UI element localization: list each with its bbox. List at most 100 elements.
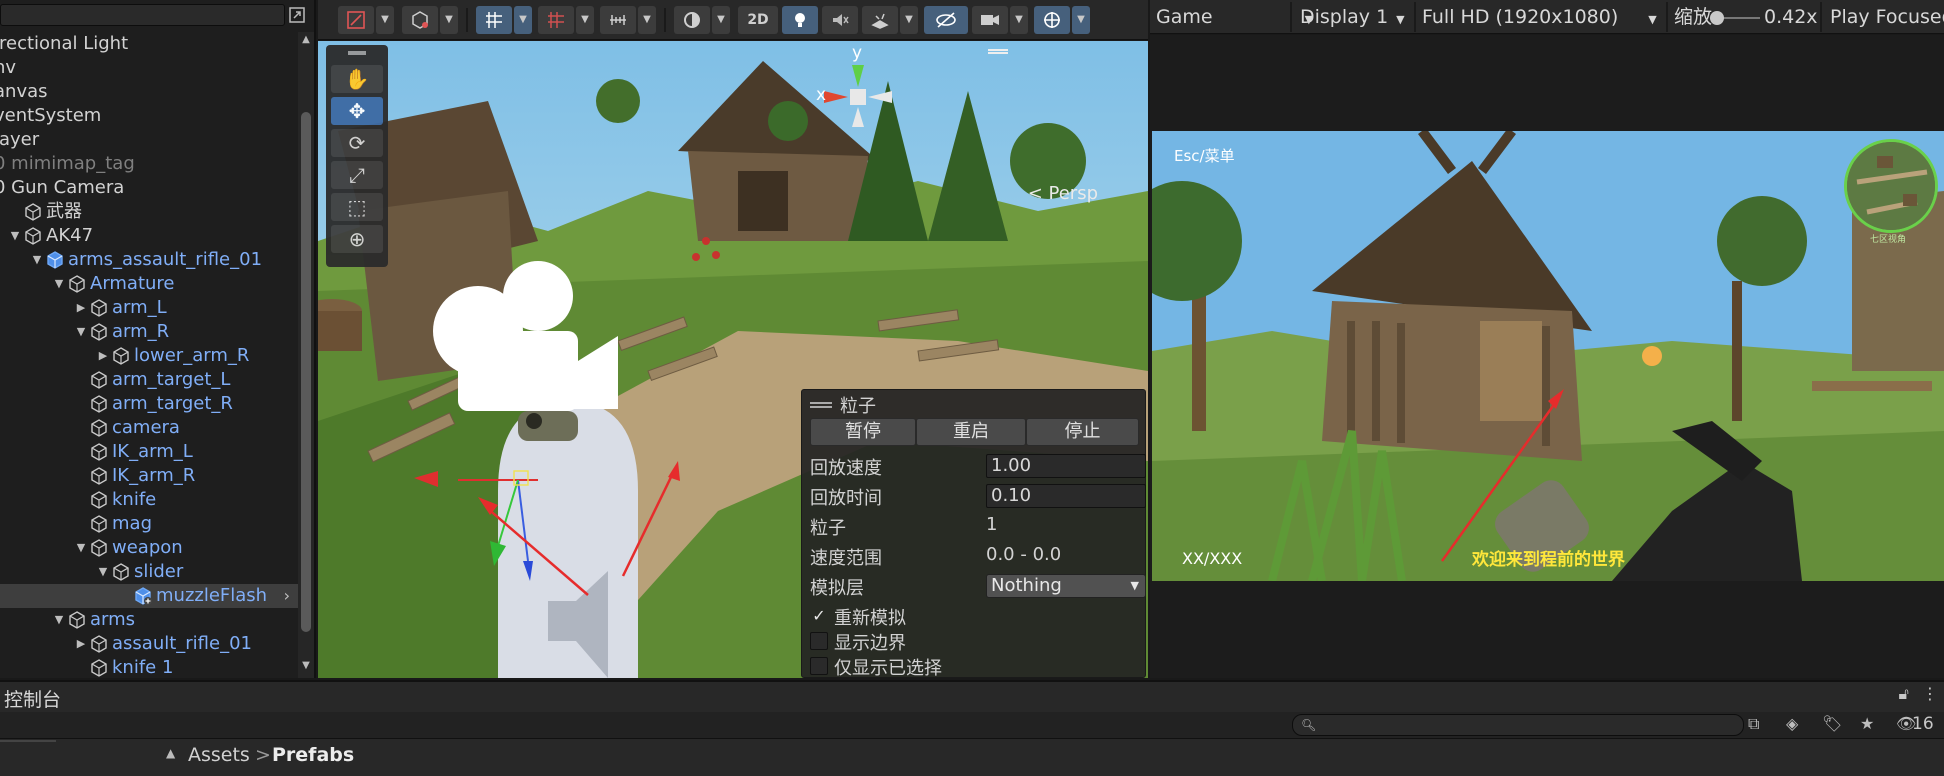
hierarchy-item[interactable]: IK_arm_R [0, 464, 298, 488]
2d-toggle-button[interactable]: 2D [738, 6, 778, 34]
pause-button[interactable]: 暂停 [810, 418, 916, 446]
show-selected-checkbox[interactable] [810, 657, 828, 675]
rect-tool-icon[interactable]: ⬚ [331, 193, 383, 221]
hierarchy-item[interactable]: ▼ AK47 [0, 224, 298, 248]
zoom-slider-knob[interactable] [1710, 11, 1724, 25]
palette-grip-icon[interactable] [348, 51, 366, 55]
grid-snap-icon[interactable] [476, 6, 512, 34]
expand-down-icon[interactable]: ▼ [30, 248, 44, 272]
hierarchy-item[interactable]: irectional Light [0, 32, 298, 56]
expand-right-icon[interactable]: ▶ [96, 344, 110, 368]
hierarchy-item[interactable]: 0 Gun Camera [0, 176, 298, 200]
sim-layer-dropdown[interactable]: Nothing ▼ [986, 574, 1146, 598]
breadcrumb-prefabs[interactable]: Prefabs [272, 744, 354, 766]
hierarchy-item[interactable]: IK_arm_L [0, 440, 298, 464]
scale-tool-icon[interactable]: ⤢ [331, 161, 383, 189]
draw-mode-dropdown-icon[interactable]: ▼ [712, 6, 730, 34]
play-focus-dropdown[interactable]: Play Focused [1830, 4, 1944, 30]
expand-down-icon[interactable]: ▼ [96, 560, 110, 584]
game-view[interactable]: Esc/菜单 XX/XXX 欢迎来到程前的世界 七区视角 [1152, 131, 1944, 581]
move-tool-icon[interactable]: ✥ [331, 97, 383, 125]
hierarchy-scrollbar[interactable]: ▲ ▼ [298, 32, 314, 678]
stop-button[interactable]: 停止 [1026, 418, 1139, 446]
hierarchy-item[interactable]: muzzleFlash › [0, 584, 298, 608]
hierarchy-item[interactable]: mag [0, 512, 298, 536]
scroll-up-icon[interactable]: ▲ [298, 34, 314, 45]
filter-by-type-icon[interactable]: ◈ [1786, 714, 1798, 736]
hierarchy-item[interactable]: ▶ assault_rifle_01 [0, 632, 298, 656]
increment-snap-icon[interactable] [538, 6, 574, 34]
rotate-tool-icon[interactable]: ⟳ [331, 129, 383, 157]
gizmo-pivot-icon[interactable] [338, 6, 374, 34]
expand-right-icon[interactable]: ▶ [74, 632, 88, 656]
camera-dropdown-icon[interactable]: ▼ [1010, 6, 1028, 34]
resimulate-checkbox[interactable]: ✓ [810, 607, 828, 625]
grid-dropdown-icon[interactable]: ▼ [514, 6, 532, 34]
hierarchy-search-input[interactable] [0, 4, 285, 26]
scroll-down-icon[interactable]: ▼ [298, 660, 314, 671]
hierarchy-item[interactable]: ▼ arms_assault_rifle_01 [0, 248, 298, 272]
resolution-dropdown[interactable]: Full HD (1920x1080) ▼ [1422, 4, 1657, 30]
hierarchy-item[interactable]: ▼ Armature [0, 272, 298, 296]
hierarchy-item[interactable]: 0 mimimap_tag [0, 152, 298, 176]
expand-right-icon[interactable]: ▶ [74, 296, 88, 320]
console-tab[interactable]: 控制台 [4, 685, 61, 712]
pivot-dropdown-icon[interactable]: ▼ [376, 6, 394, 34]
hierarchy-item[interactable]: ▼ slider [0, 560, 298, 584]
gizmos-dropdown-icon[interactable]: ▼ [1072, 6, 1090, 34]
hierarchy-options-icon[interactable] [286, 6, 308, 26]
playback-speed-field[interactable]: 1.00 [986, 454, 1146, 478]
show-bounds-checkbox[interactable] [810, 632, 828, 650]
hierarchy-item[interactable]: 武器 [0, 200, 298, 224]
transform-tool-icon[interactable]: ⊕ [331, 225, 383, 253]
hierarchy-item[interactable]: ▼ weapon [0, 536, 298, 560]
effects-icon[interactable] [862, 6, 898, 34]
expand-down-icon[interactable]: ▼ [74, 320, 88, 344]
collapse-icon[interactable]: ▲ [166, 746, 175, 760]
hierarchy-item[interactable]: nv [0, 56, 298, 80]
ruler-icon[interactable] [600, 6, 636, 34]
overlay-grip-icon[interactable] [988, 49, 1008, 54]
effects-dropdown-icon[interactable]: ▼ [900, 6, 918, 34]
persp-toggle[interactable]: < Persp [1028, 183, 1098, 204]
audio-mute-icon[interactable] [822, 6, 858, 34]
expand-down-icon[interactable]: ▼ [52, 272, 66, 296]
scene-visibility-icon[interactable] [924, 6, 968, 34]
panel-grip-icon[interactable] [810, 402, 832, 408]
gizmos-icon[interactable] [1034, 6, 1070, 34]
ruler-dropdown-icon[interactable]: ▼ [638, 6, 656, 34]
more-options-icon[interactable]: ⋮ [1922, 684, 1938, 703]
scene-camera-icon[interactable] [972, 6, 1008, 34]
global-dropdown-icon[interactable]: ▼ [440, 6, 458, 34]
playback-time-field[interactable]: 0.10 [986, 484, 1146, 508]
hierarchy-item[interactable]: ▼ arm_R [0, 320, 298, 344]
breadcrumb-assets[interactable]: Assets [188, 744, 250, 766]
project-search-input[interactable]: 🔍︎ [1292, 714, 1744, 736]
open-prefab-icon[interactable]: › [284, 584, 290, 608]
filter-by-label-icon[interactable]: 🏷︎ [1822, 714, 1842, 736]
lighting-toggle-icon[interactable] [782, 6, 818, 34]
hierarchy-item[interactable]: arm_target_R [0, 392, 298, 416]
hierarchy-item[interactable]: knife 1 [0, 656, 298, 678]
display-dropdown[interactable]: Display 1 ▼ [1300, 4, 1405, 30]
restart-button[interactable]: 重启 [916, 418, 1026, 446]
expand-down-icon[interactable]: ▼ [8, 224, 22, 248]
snap-dropdown-icon[interactable]: ▼ [576, 6, 594, 34]
search-by-type-icon[interactable]: ⧉ [1748, 714, 1759, 736]
hierarchy-item[interactable]: camera [0, 416, 298, 440]
scrollbar-thumb[interactable] [301, 112, 311, 632]
hierarchy-item[interactable]: anvas [0, 80, 298, 104]
hierarchy-item[interactable]: arm_target_L [0, 368, 298, 392]
hierarchy-item[interactable]: ▼ arms [0, 608, 298, 632]
hand-tool-icon[interactable]: ✋ [331, 65, 383, 93]
expand-down-icon[interactable]: ▼ [74, 536, 88, 560]
hierarchy-item[interactable]: ▶ lower_arm_R [0, 344, 298, 368]
console-menu-icons[interactable]: 🔓︎ ⋮ [1899, 684, 1938, 704]
global-local-icon[interactable] [402, 6, 438, 34]
hierarchy-item[interactable]: layer [0, 128, 298, 152]
draw-mode-icon[interactable] [674, 6, 710, 34]
hierarchy-item[interactable]: ▶ arm_L [0, 296, 298, 320]
expand-down-icon[interactable]: ▼ [52, 608, 66, 632]
hierarchy-item[interactable]: ventSystem [0, 104, 298, 128]
lock-icon[interactable]: 🔓︎ [1899, 684, 1909, 703]
